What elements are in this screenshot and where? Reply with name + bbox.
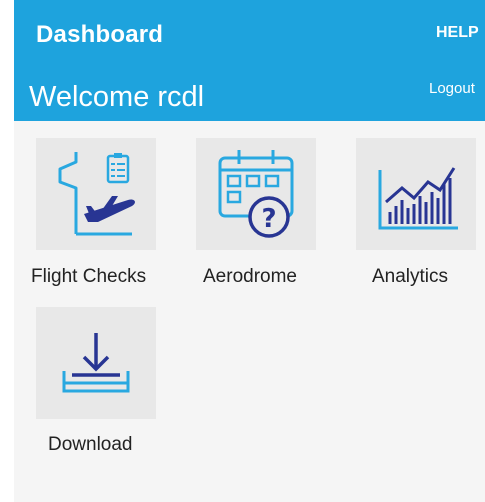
- aerodrome-label: Aerodrome: [203, 266, 297, 287]
- flight-checks-label: Flight Checks: [31, 266, 147, 287]
- logout-link[interactable]: Logout: [429, 80, 475, 97]
- download-tile[interactable]: [36, 307, 156, 419]
- page-title: Dashboard: [36, 21, 164, 48]
- flight-checks-tile[interactable]: [36, 138, 156, 250]
- app-screen: Dashboard HELP Welcome rcdl Logout Fligh…: [14, 0, 485, 502]
- analytics-tile[interactable]: [356, 138, 476, 250]
- download-label: Download: [48, 434, 133, 455]
- analytics-chart-icon: [378, 167, 458, 230]
- svg-text:?: ?: [261, 204, 276, 234]
- help-link[interactable]: HELP: [436, 24, 479, 42]
- analytics-label: Analytics: [372, 266, 449, 287]
- download-tray-icon: [62, 333, 130, 393]
- app-header: Dashboard HELP Welcome rcdl Logout: [14, 0, 485, 121]
- welcome-message: Welcome rcdl: [29, 81, 205, 113]
- aerodrome-tile[interactable]: ?: [196, 138, 316, 250]
- aerodrome-calendar-question-icon: ?: [218, 150, 294, 238]
- flight-checks-icon: [58, 152, 135, 236]
